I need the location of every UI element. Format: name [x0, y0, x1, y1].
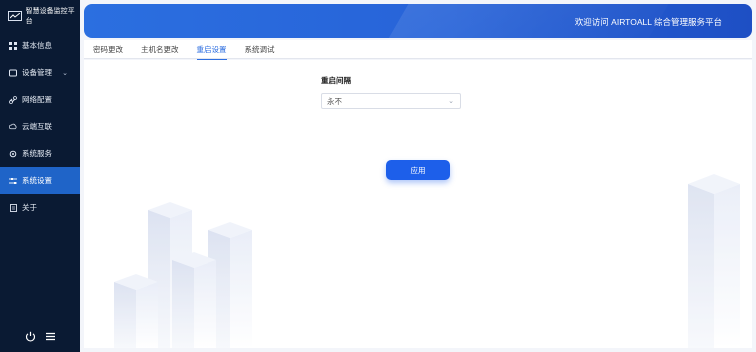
sidebar-item-label: 系统设置: [22, 176, 52, 185]
sidebar-item-label: 设备管理: [22, 68, 52, 77]
tab-system-debug[interactable]: 系统调试: [236, 40, 284, 59]
sidebar-item-label: 云端互联: [22, 122, 52, 131]
sidebar-item-about[interactable]: 关于: [0, 194, 80, 221]
tab-password-change[interactable]: 密码更改: [84, 40, 132, 59]
menu-icon[interactable]: [45, 331, 56, 345]
restart-interval-select[interactable]: 永不 ⌄: [321, 93, 461, 109]
restart-interval-value: 永不: [327, 96, 342, 106]
apply-button[interactable]: 应用: [386, 160, 450, 180]
sidebar-item-system-settings[interactable]: 系统设置: [0, 167, 80, 194]
power-icon[interactable]: [25, 331, 36, 345]
cloud-icon: [9, 123, 17, 131]
welcome-text: 欢迎访问 AIRTOALL 综合管理服务平台: [574, 17, 722, 27]
sidebar-item-device-management[interactable]: 设备管理 ⌄: [0, 59, 80, 86]
sidebar: 智慧设备监控平台 基本信息 设备管理 ⌄ 网络配置 云端互联 系统服务 系统设置…: [0, 0, 80, 352]
sidebar-footer: [0, 331, 80, 345]
sidebar-item-basic-info[interactable]: 基本信息: [0, 32, 80, 59]
sidebar-item-cloud-connect[interactable]: 云端互联: [0, 113, 80, 140]
sidebar-item-label: 网络配置: [22, 95, 52, 104]
brand-title: 智慧设备监控平台: [25, 8, 75, 25]
gear-icon: [9, 69, 17, 77]
main-content: 重启间隔 永不 ⌄ 应用: [84, 60, 752, 348]
header-banner: 欢迎访问 AIRTOALL 综合管理服务平台: [84, 4, 752, 38]
sidebar-item-label: 系统服务: [22, 149, 52, 158]
chevron-down-icon: ⌄: [448, 98, 454, 105]
sidebar-item-label: 基本信息: [22, 41, 52, 50]
tab-bar: 密码更改 主机名更改 重启设置 系统调试: [84, 40, 752, 60]
sidebar-item-network-config[interactable]: 网络配置: [0, 86, 80, 113]
tab-restart-settings[interactable]: 重启设置: [188, 40, 236, 60]
brand: 智慧设备监控平台: [0, 0, 80, 32]
restart-interval-label: 重启间隔: [321, 76, 351, 85]
sidebar-item-label: 关于: [22, 203, 37, 212]
link-icon: [9, 95, 17, 104]
sidebar-item-system-service[interactable]: 系统服务: [0, 140, 80, 167]
document-icon: [9, 203, 17, 212]
grid-icon: [9, 41, 17, 50]
sidebar-nav: 基本信息 设备管理 ⌄ 网络配置 云端互联 系统服务 系统设置 关于: [0, 32, 80, 221]
settings-icon: [9, 150, 17, 158]
chevron-down-icon: ⌄: [62, 69, 68, 77]
tab-hostname-change[interactable]: 主机名更改: [132, 40, 188, 59]
sliders-icon: [9, 177, 17, 185]
logo-icon: [8, 11, 22, 21]
